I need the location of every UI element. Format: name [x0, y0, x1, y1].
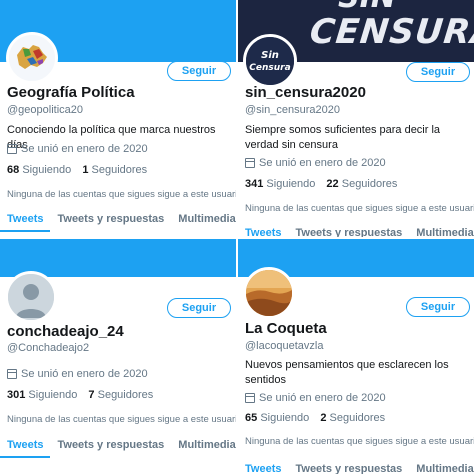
mutual-followers-note: Ninguna de las cuentas que sigues sigue …: [245, 203, 474, 214]
avatar[interactable]: [6, 32, 58, 84]
tab-tweets[interactable]: Tweets: [238, 460, 288, 474]
profile-card-la-coqueta: Seguir La Coqueta @lacoquetavzla Nuevos …: [238, 239, 474, 474]
tab-media[interactable]: Multimedia: [171, 210, 236, 232]
followers-label[interactable]: Seguidores: [330, 412, 386, 424]
avatar-text-1: Sin: [261, 50, 279, 61]
followers-count[interactable]: 7: [88, 389, 94, 401]
profile-name: conchadeajo_24: [7, 323, 124, 340]
profile-card-conchadeajo: Seguir conchadeajo_24 @Conchadeajo2 Se u…: [0, 239, 236, 474]
mutual-followers-note: Ninguna de las cuentas que sigues sigue …: [7, 189, 236, 200]
map-avatar-icon: [9, 35, 55, 81]
tab-tweets-replies[interactable]: Tweets y respuestas: [288, 224, 409, 237]
joined-text: Se unió en enero de 2020: [21, 368, 148, 380]
tab-tweets[interactable]: Tweets: [0, 210, 51, 232]
calendar-icon: [245, 158, 255, 168]
joined-date: Se unió en enero de 2020: [7, 143, 148, 155]
calendar-icon: [7, 369, 17, 379]
horizontal-divider: [0, 237, 474, 239]
profile-card-sin-censura: SIN CENSURA Sin Censura Seguir sin_censu…: [238, 0, 474, 237]
tab-tweets-replies[interactable]: Tweets y respuestas: [50, 436, 171, 458]
calendar-icon: [245, 393, 255, 403]
profile-tabs: Tweets Tweets y respuestas Multimedia M: [238, 460, 474, 474]
following-label[interactable]: Siguiendo: [260, 412, 309, 424]
profile-handle: @lacoquetavzla: [245, 340, 324, 352]
followers-count[interactable]: 1: [82, 164, 88, 176]
profile-bio: Siempre somos suficientes para decir la …: [245, 124, 441, 151]
joined-date: Se unió en enero de 2020: [245, 157, 386, 169]
following-count[interactable]: 341: [245, 178, 263, 190]
joined-text: Se unió en enero de 2020: [21, 143, 148, 155]
following-label[interactable]: Siguiendo: [22, 164, 71, 176]
follow-button[interactable]: Seguir: [406, 62, 470, 82]
following-label[interactable]: Siguiendo: [266, 178, 315, 190]
profile-tabs: Tweets Tweets y respuestas Multimedia M: [0, 436, 236, 458]
mutual-followers-note: Ninguna de las cuentas que sigues sigue …: [7, 414, 236, 425]
profile-handle: @geopolitica20: [7, 104, 83, 116]
sin-censura-logo-icon: Sin Censura: [246, 37, 294, 85]
following-count[interactable]: 301: [7, 389, 25, 401]
followers-label[interactable]: Seguidores: [342, 178, 398, 190]
profile-card-geopolitica: Seguir Geografía Política @geopolitica20…: [0, 0, 236, 237]
profile-tabs: Tweets Tweets y respuestas Multimedia M: [238, 224, 474, 237]
avatar-text-2: Censura: [249, 63, 290, 73]
followers-count[interactable]: 22: [326, 178, 338, 190]
profile-name: La Coqueta: [245, 320, 327, 337]
followers-label[interactable]: Seguidores: [92, 164, 148, 176]
follow-button[interactable]: Seguir: [167, 298, 231, 318]
profile-name: Geografía Política: [7, 84, 135, 101]
followers-count[interactable]: 2: [320, 412, 326, 424]
default-avatar-icon: [8, 274, 54, 320]
avatar[interactable]: Sin Censura: [243, 34, 297, 88]
profile-bio: Nuevos pensamientos que esclarecen los s…: [245, 359, 449, 386]
tab-tweets[interactable]: Tweets: [0, 436, 51, 458]
tab-media[interactable]: Multimedia: [409, 460, 474, 474]
tab-tweets-replies[interactable]: Tweets y respuestas: [50, 210, 171, 232]
profile-handle: @sin_censura2020: [245, 104, 340, 116]
avatar[interactable]: [243, 267, 295, 319]
profile-tabs: Tweets Tweets y respuestas Multimedia M: [0, 210, 236, 232]
calendar-icon: [7, 144, 17, 154]
followers-label[interactable]: Seguidores: [98, 389, 154, 401]
tab-media[interactable]: Multimedia: [171, 436, 236, 458]
joined-date: Se unió en enero de 2020: [245, 392, 386, 404]
avatar[interactable]: [5, 271, 57, 323]
mutual-followers-note: Ninguna de las cuentas que sigues sigue …: [245, 436, 474, 447]
joined-text: Se unió en enero de 2020: [259, 392, 386, 404]
follow-stats: 341 Siguiendo 22 Seguidores: [245, 178, 397, 190]
follow-stats: 65 Siguiendo 2 Seguidores: [245, 412, 385, 424]
tab-media[interactable]: Multimedia: [409, 224, 474, 237]
following-count[interactable]: 68: [7, 164, 19, 176]
follow-stats: 301 Siguiendo 7 Seguidores: [7, 389, 153, 401]
follow-stats: 68 Siguiendo 1 Seguidores: [7, 164, 147, 176]
follow-button[interactable]: Seguir: [167, 61, 231, 81]
following-label[interactable]: Siguiendo: [28, 389, 77, 401]
profile-grid: Seguir Geografía Política @geopolitica20…: [0, 0, 474, 474]
tab-tweets[interactable]: Tweets: [238, 224, 288, 237]
tab-tweets-replies[interactable]: Tweets y respuestas: [288, 460, 409, 474]
following-count[interactable]: 65: [245, 412, 257, 424]
follow-button[interactable]: Seguir: [406, 297, 470, 317]
profile-name: sin_censura2020: [245, 84, 366, 101]
profile-handle: @Conchadeajo2: [7, 342, 90, 354]
joined-text: Se unió en enero de 2020: [259, 157, 386, 169]
banner-text: CENSURA: [307, 12, 474, 52]
desert-avatar-icon: [246, 270, 292, 316]
joined-date: Se unió en enero de 2020: [7, 368, 148, 380]
